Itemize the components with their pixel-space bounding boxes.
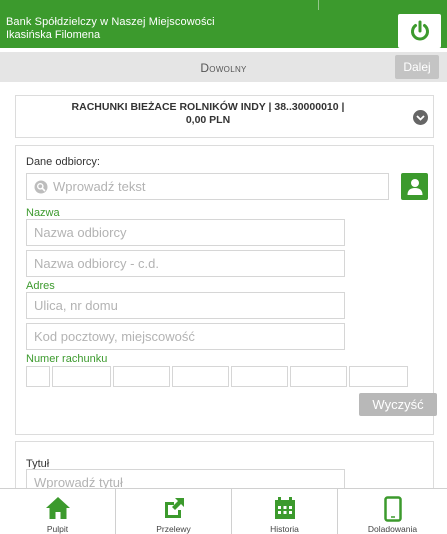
- home-icon: [45, 497, 70, 519]
- user-name: Ikasińska Filomena: [6, 29, 101, 41]
- account-number-segment-3[interactable]: [113, 366, 170, 387]
- source-account-balance: 0,00 PLN: [185, 114, 231, 126]
- account-number-segment-5[interactable]: [231, 366, 288, 387]
- recipient-section-label: Dane odbiorcy:: [26, 156, 100, 168]
- bottom-nav: Pulpit Przelewy Historia Doladowania: [0, 488, 447, 534]
- person-icon: [407, 178, 422, 195]
- share-arrow-icon: [164, 498, 184, 518]
- account-number-segment-7[interactable]: [349, 366, 408, 387]
- contacts-button[interactable]: [401, 173, 428, 200]
- nav-item-przelewy[interactable]: Przelewy: [116, 489, 232, 534]
- recipient-name-input[interactable]: [26, 219, 345, 246]
- nav-label-historia: Historia: [270, 524, 299, 534]
- account-number-segment-2[interactable]: [52, 366, 111, 387]
- nav-label-doladowania: Doladowania: [367, 524, 418, 534]
- logout-button[interactable]: [398, 14, 441, 48]
- street-input[interactable]: [26, 292, 345, 319]
- source-account-selector[interactable]: RACHUNKI BIEŻACE ROLNIKÓW INDY | 38..300…: [15, 95, 434, 138]
- source-account-text: RACHUNKI BIEŻACE ROLNIKÓW INDY | 38..300…: [38, 101, 378, 127]
- postal-city-input[interactable]: [26, 323, 345, 350]
- recipient-search-input[interactable]: [53, 174, 383, 199]
- source-account-name: RACHUNKI BIEŻACE ROLNIKÓW INDY | 38..300…: [71, 101, 345, 113]
- account-number-segment-6[interactable]: [290, 366, 347, 387]
- calendar-icon: [274, 497, 295, 519]
- transfer-type-label: Dowolny: [200, 61, 247, 75]
- address-label: Adres: [26, 280, 55, 292]
- header-divider: [318, 0, 319, 10]
- nav-item-pulpit[interactable]: Pulpit: [0, 489, 116, 534]
- nav-label-przelewy: Przelewy: [156, 524, 191, 534]
- recipient-search[interactable]: [26, 173, 389, 200]
- transfer-type-bar: Dowolny Dalej: [0, 52, 447, 82]
- account-number-label: Numer rachunku: [26, 353, 108, 365]
- power-icon: [410, 20, 429, 41]
- next-button[interactable]: Dalej: [395, 55, 439, 79]
- nav-item-doladowania[interactable]: Doladowania: [338, 489, 447, 534]
- clear-button[interactable]: Wyczyść: [359, 393, 437, 416]
- chevron-down-icon[interactable]: [413, 110, 428, 125]
- name-label: Nazwa: [26, 207, 60, 219]
- bank-name: Bank Spółdzielczy w Naszej Miejscowości: [6, 16, 215, 28]
- nav-item-historia[interactable]: Historia: [232, 489, 338, 534]
- nav-label-pulpit: Pulpit: [46, 524, 69, 534]
- mobile-phone-icon: [383, 496, 402, 522]
- app-header: Bank Spółdzielczy w Naszej Miejscowości …: [0, 0, 447, 48]
- recipient-name-cont-input[interactable]: [26, 250, 345, 277]
- account-number-segment-4[interactable]: [172, 366, 229, 387]
- account-number-segment-1[interactable]: [26, 366, 50, 387]
- search-icon: [34, 180, 48, 194]
